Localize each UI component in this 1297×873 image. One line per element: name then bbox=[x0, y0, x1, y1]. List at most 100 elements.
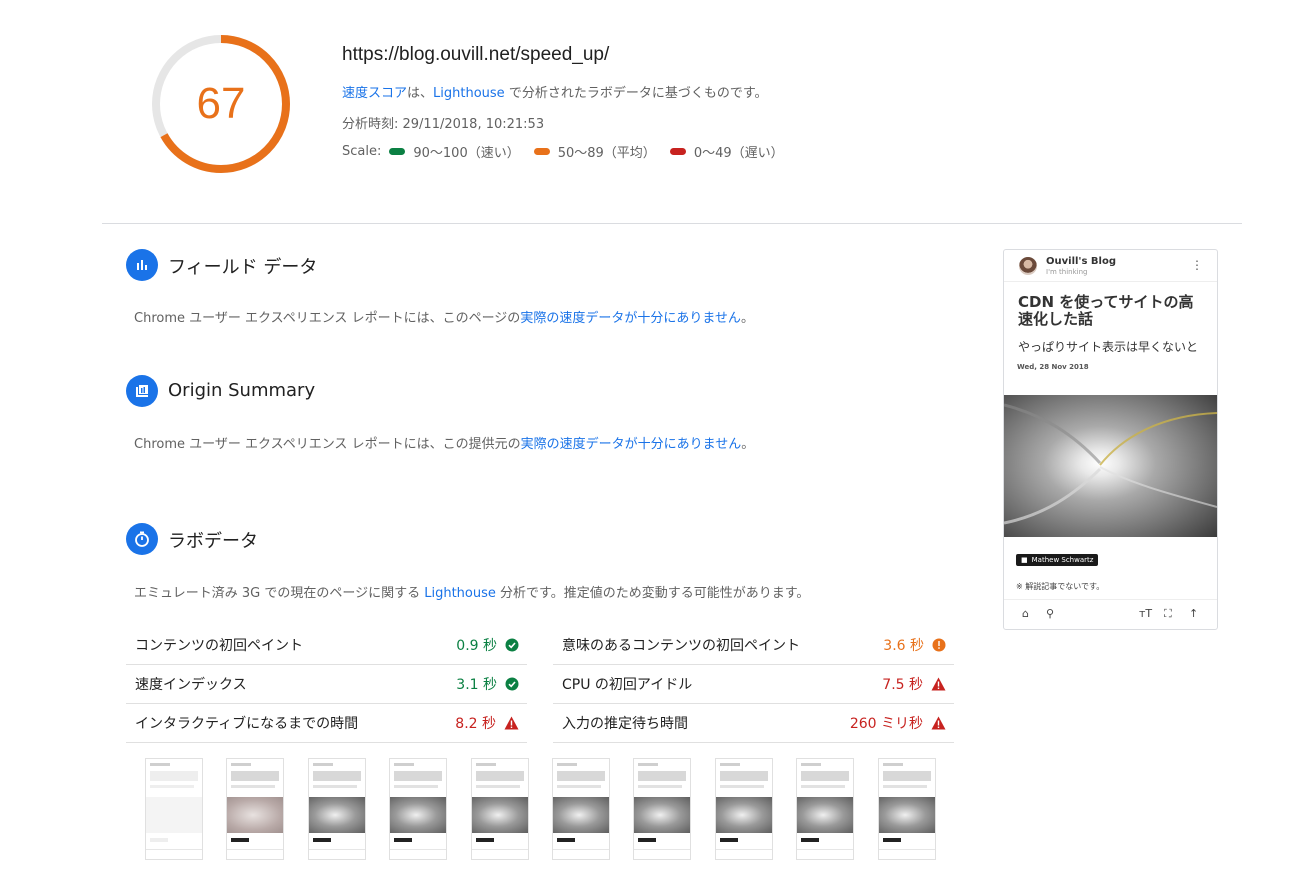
metrics-right-column: 意味のあるコンテンツの初回ペイント 3.6 秒 CPU の初回アイドル 7.5 … bbox=[553, 626, 954, 743]
preview-header: Ouvill's Blog I'm thinking ⋮ bbox=[1004, 250, 1217, 282]
metric-label: 入力の推定待ち時間 bbox=[562, 716, 688, 732]
warning-triangle-icon bbox=[931, 677, 946, 691]
field-text-pre: Chrome ユーザー エクスペリエンス レポートには、このページの bbox=[134, 311, 521, 326]
desc-text: は、 bbox=[407, 86, 434, 101]
metric-value-text: 3.1 秒 bbox=[456, 677, 497, 693]
preview-hero-image bbox=[1004, 395, 1217, 537]
origin-summary-text: Chrome ユーザー エクスペリエンス レポートには、この提供元の実際の速度デ… bbox=[134, 433, 754, 452]
metric-row: コンテンツの初回ペイント 0.9 秒 bbox=[126, 626, 527, 665]
preview-date: Wed, 28 Nov 2018 bbox=[1017, 363, 1089, 371]
metric-row: インタラクティブになるまでの時間 8.2 秒 bbox=[126, 704, 527, 743]
lab-data-text: エミュレート済み 3G での現在のページに関する Lighthouse 分析です… bbox=[134, 582, 809, 601]
scale-slow-pill bbox=[669, 148, 686, 155]
camera-icon: ■ bbox=[1021, 556, 1028, 564]
scale-label: Scale: bbox=[342, 144, 382, 159]
warning-triangle-icon bbox=[931, 716, 946, 730]
library-icon bbox=[126, 375, 158, 407]
filmstrip-frame bbox=[633, 758, 692, 860]
lab-text-pre: エミュレート済み 3G での現在のページに関する bbox=[134, 586, 425, 601]
metric-value: 7.5 秒 bbox=[882, 674, 946, 694]
info-circle-icon bbox=[932, 638, 946, 652]
score-scale: Scale: 90〜100（速い） 50〜89（平均） 0〜49（遅い） bbox=[342, 142, 790, 161]
preview-title: CDN を使ってサイトの高速化した話 bbox=[1018, 293, 1194, 328]
metric-value-text: 8.2 秒 bbox=[455, 716, 496, 732]
filmstrip-frame bbox=[877, 758, 936, 860]
metric-label: 速度インデックス bbox=[135, 677, 247, 693]
warning-triangle-icon bbox=[504, 716, 519, 730]
origin-text-pre: Chrome ユーザー エクスペリエンス レポートには、この提供元の bbox=[134, 437, 521, 452]
metric-value: 8.2 秒 bbox=[455, 713, 519, 733]
score-description: 速度スコアは、Lighthouse で分析されたラボデータに基づくものです。 bbox=[342, 82, 768, 101]
score-gauge: 67 bbox=[150, 33, 292, 175]
avatar bbox=[1019, 257, 1037, 275]
more-vert-icon: ⋮ bbox=[1191, 258, 1203, 272]
origin-summary-title: Origin Summary bbox=[168, 380, 316, 401]
lighthouse-link[interactable]: Lighthouse bbox=[433, 86, 505, 101]
metric-value-text: 260 ミリ秒 bbox=[849, 716, 923, 732]
scale-average-pill bbox=[533, 148, 550, 155]
scale-average-label: 50〜89（平均） bbox=[557, 146, 656, 161]
final-screenshot: Ouvill's Blog I'm thinking ⋮ CDN を使ってサイト… bbox=[1003, 249, 1218, 630]
filmstrip-frame bbox=[389, 758, 448, 860]
score-value: 67 bbox=[196, 79, 246, 128]
metric-label: コンテンツの初回ペイント bbox=[135, 638, 303, 654]
analysis-time: 分析時刻: 29/11/2018, 10:21:53 bbox=[342, 117, 545, 132]
page-url: https://blog.ouvill.net/speed_up/ bbox=[342, 44, 610, 65]
field-data-link[interactable]: 実際の速度データが十分にありません bbox=[520, 311, 741, 326]
check-circle-icon bbox=[505, 638, 519, 652]
metric-row: 速度インデックス 3.1 秒 bbox=[126, 665, 527, 704]
check-circle-icon bbox=[505, 677, 519, 691]
scale-average: 50〜89（平均） bbox=[526, 142, 656, 161]
field-data-text: Chrome ユーザー エクスペリエンス レポートには、このページの実際の速度デ… bbox=[134, 307, 754, 326]
fullscreen-icon: ⛶ bbox=[1164, 607, 1172, 620]
scale-slow: 0〜49（遅い） bbox=[662, 142, 784, 161]
origin-data-link[interactable]: 実際の速度データが十分にありません bbox=[521, 437, 742, 452]
scale-fast: 90〜100（速い） bbox=[381, 142, 520, 161]
home-icon: ⌂ bbox=[1022, 607, 1029, 620]
filmstrip-frame bbox=[226, 758, 285, 860]
preview-lead: やっぱりサイト表示は早くないと bbox=[1018, 340, 1199, 354]
metric-value-text: 7.5 秒 bbox=[882, 677, 923, 693]
metric-value: 3.1 秒 bbox=[456, 674, 519, 694]
metric-value-text: 0.9 秒 bbox=[456, 638, 497, 654]
filmstrip-frame bbox=[796, 758, 855, 860]
preview-blog-subtitle: I'm thinking bbox=[1046, 268, 1088, 276]
arrow-up-icon: ↑ bbox=[1189, 607, 1199, 620]
filmstrip bbox=[145, 758, 936, 860]
filmstrip-frame bbox=[145, 758, 203, 860]
lab-data-title: ラボデータ bbox=[168, 531, 258, 552]
filmstrip-frame bbox=[714, 758, 773, 860]
scale-fast-label: 90〜100（速い） bbox=[413, 146, 520, 161]
metric-label: インタラクティブになるまでの時間 bbox=[135, 716, 359, 732]
metric-value: 0.9 秒 bbox=[456, 635, 519, 655]
metric-label: 意味のあるコンテンツの初回ペイント bbox=[562, 638, 800, 654]
metric-value: 3.6 秒 bbox=[883, 635, 946, 655]
origin-text-post: 。 bbox=[741, 437, 755, 452]
metric-value: 260 ミリ秒 bbox=[850, 713, 946, 733]
photo-credit: ■ Mathew Schwartz bbox=[1016, 554, 1099, 566]
field-text-post: 。 bbox=[740, 311, 754, 326]
metric-row: 入力の推定待ち時間 260 ミリ秒 bbox=[553, 704, 954, 743]
filmstrip-frame bbox=[470, 758, 529, 860]
scale-fast-pill bbox=[389, 148, 406, 155]
lab-text-post: 分析です。推定値のため変動する可能性があります。 bbox=[495, 586, 810, 601]
preview-bottom-bar: ⌂ ⚲ ᴛT ⛶ ↑ bbox=[1004, 599, 1217, 629]
text-size-icon: ᴛT bbox=[1139, 607, 1153, 620]
filmstrip-frame bbox=[307, 758, 366, 860]
metric-row: 意味のあるコンテンツの初回ペイント 3.6 秒 bbox=[553, 626, 954, 665]
photo-credit-name: Mathew Schwartz bbox=[1031, 556, 1094, 564]
metric-label: CPU の初回アイドル bbox=[562, 677, 693, 693]
filmstrip-frame bbox=[551, 758, 610, 860]
lab-lighthouse-link[interactable]: Lighthouse bbox=[424, 586, 496, 601]
speed-score-link[interactable]: 速度スコア bbox=[342, 86, 407, 101]
header-divider bbox=[102, 223, 1242, 224]
bar-chart-icon bbox=[126, 249, 158, 281]
search-icon: ⚲ bbox=[1046, 607, 1055, 620]
stopwatch-icon bbox=[126, 523, 158, 555]
scale-slow-label: 0〜49（遅い） bbox=[693, 146, 784, 161]
metric-value-text: 3.6 秒 bbox=[883, 638, 924, 654]
preview-blog-name: Ouvill's Blog bbox=[1046, 256, 1116, 267]
desc-text-tail: で分析されたラボデータに基づくものです。 bbox=[504, 86, 768, 101]
field-data-title: フィールド データ bbox=[168, 257, 318, 278]
metrics-left-column: コンテンツの初回ペイント 0.9 秒 速度インデックス 3.1 秒 インタラクテ… bbox=[126, 626, 527, 743]
